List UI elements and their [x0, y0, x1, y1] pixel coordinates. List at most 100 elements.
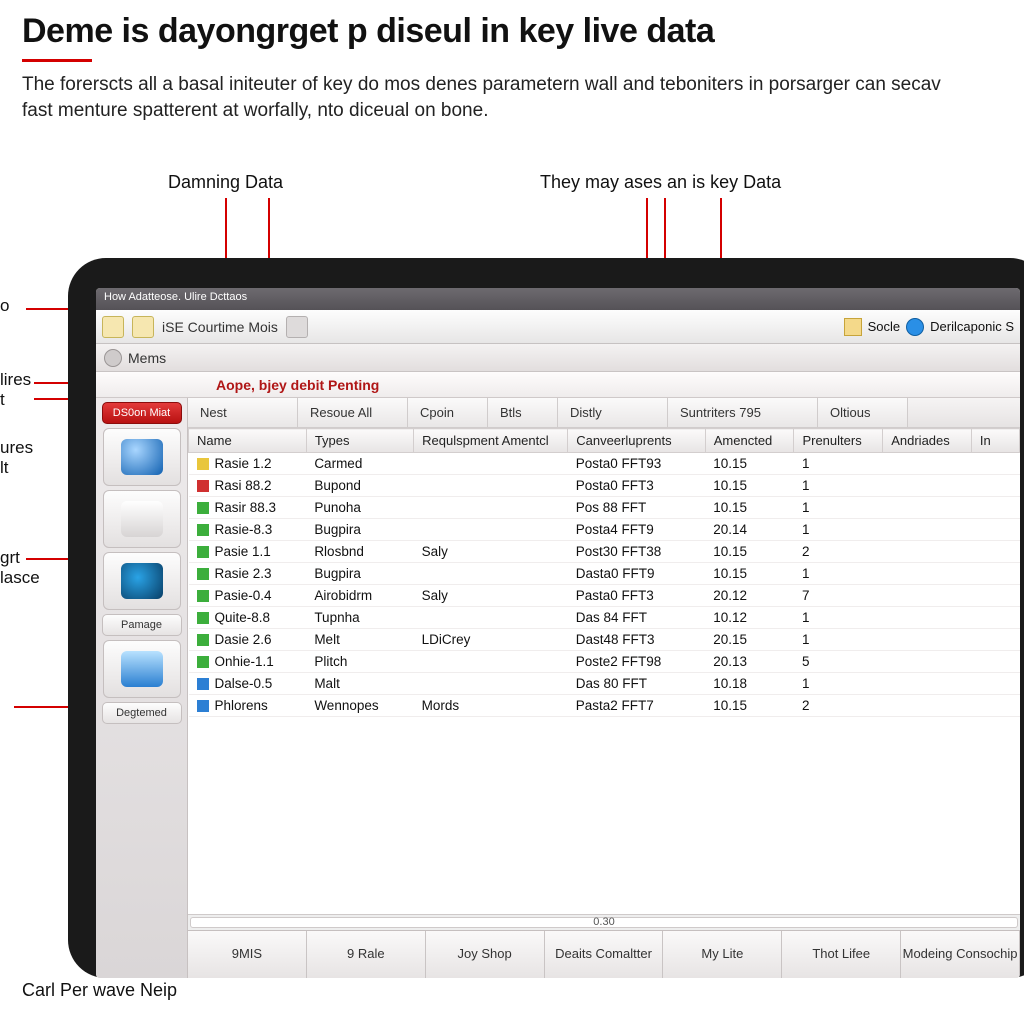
cell: Rasi 88.2 [189, 475, 307, 497]
cell [883, 475, 972, 497]
document-icon[interactable] [286, 316, 308, 338]
menubar-item[interactable]: iSE Courtime Mois [162, 319, 278, 335]
menubar-right-1[interactable]: Socle [868, 319, 901, 334]
filter-distly[interactable]: Distly [558, 398, 668, 427]
callout-key-data: They may ases an is key Data [540, 172, 781, 193]
gear-icon[interactable] [104, 349, 122, 367]
bottom-tab-deaits[interactable]: Deaits Comaltter [545, 931, 664, 978]
filter-resoue-all[interactable]: Resoue All [298, 398, 408, 427]
filter-nest[interactable]: Nest [188, 398, 298, 427]
tabstrip: Mems [96, 344, 1020, 372]
cell [883, 519, 972, 541]
menubar-right-2[interactable]: Derilcaponic S [930, 319, 1014, 334]
sidebar-btn-degtemed[interactable]: Degtemed [102, 702, 182, 724]
filter-btls[interactable]: Btls [488, 398, 558, 427]
folder-icon[interactable] [132, 316, 154, 338]
cell: 1 [794, 629, 883, 651]
cell: Airobidrm [306, 585, 413, 607]
sidebar-btn-link[interactable] [103, 490, 181, 548]
bottom-tab-9mis[interactable]: 9MIS [188, 931, 307, 978]
sidebar-btn-dsoon[interactable]: DS0on Miat [102, 402, 182, 424]
cell [883, 453, 972, 475]
scroll-position: 0.30 [593, 916, 614, 928]
cell: LDiCrey [414, 629, 568, 651]
column-header[interactable]: Prenulters [794, 429, 883, 453]
column-header[interactable]: Amencted [705, 429, 794, 453]
cell [971, 629, 1019, 651]
cell: Dasta0 FFT9 [568, 563, 706, 585]
cell: Dalse-0.5 [189, 673, 307, 695]
table-row[interactable]: Quite-8.8TupnhaDas 84 FFT10.121 [189, 607, 1020, 629]
table-row[interactable]: PhlorensWennopesMordsPasta2 FFT710.152 [189, 695, 1020, 717]
tab-mems[interactable]: Mems [128, 350, 166, 366]
cell: 20.12 [705, 585, 794, 607]
cell [883, 541, 972, 563]
column-header[interactable]: Types [306, 429, 413, 453]
filter-oltious[interactable]: Oltious [818, 398, 908, 427]
cell [414, 607, 568, 629]
data-table-wrap: NameTypesRequlspment AmentclCanveerlupre… [188, 428, 1020, 914]
cell: Malt [306, 673, 413, 695]
cell: Pos 88 FFT [568, 497, 706, 519]
cell [414, 475, 568, 497]
bottom-tab-modeing[interactable]: Modeing Consochip [901, 931, 1020, 978]
horizontal-scrollbar[interactable]: 0.30 [188, 914, 1020, 930]
bottom-tab-9rale[interactable]: 9 Rale [307, 931, 426, 978]
cell: Pasie 1.1 [189, 541, 307, 563]
filter-cpoin[interactable]: Cpoin [408, 398, 488, 427]
table-row[interactable]: Pasie-0.4AirobidrmSalyPasta0 FFT320.127 [189, 585, 1020, 607]
table-row[interactable]: Dasie 2.6MeltLDiCreyDast48 FFT320.151 [189, 629, 1020, 651]
subheader: Aope, bjey debit Penting [96, 372, 1020, 398]
filterbar: Nest Resoue All Cpoin Btls Distly Suntri… [188, 398, 1020, 428]
cell [971, 651, 1019, 673]
cell: Rasir 88.3 [189, 497, 307, 519]
sidebar-btn-swirl[interactable] [103, 552, 181, 610]
edge-label-2b: lt [0, 458, 9, 478]
cell: 1 [794, 607, 883, 629]
cell [883, 497, 972, 519]
sidebar-btn-monitor[interactable] [103, 640, 181, 698]
cell [414, 519, 568, 541]
cell: Tupnha [306, 607, 413, 629]
cell: Post30 FFT38 [568, 541, 706, 563]
table-row[interactable]: Rasi 88.2BupondPosta0 FFT310.151 [189, 475, 1020, 497]
cell: Poste2 FFT98 [568, 651, 706, 673]
table-row[interactable]: Rasir 88.3PunohaPos 88 FFT10.151 [189, 497, 1020, 519]
column-header[interactable]: Name [189, 429, 307, 453]
note-icon[interactable] [844, 318, 862, 336]
cell [883, 673, 972, 695]
tablet-bezel: How Adatteose. Ulire Dcttaos iSE Courtim… [68, 258, 1024, 978]
column-header[interactable]: Canveerluprents [568, 429, 706, 453]
bottom-tab-joyshop[interactable]: Joy Shop [426, 931, 545, 978]
table-row[interactable]: Rasie-8.3BugpiraPosta4 FFT920.141 [189, 519, 1020, 541]
sidebar-btn-globe[interactable] [103, 428, 181, 486]
column-header[interactable]: Requlspment Amentcl [414, 429, 568, 453]
table-row[interactable]: Pasie 1.1RlosbndSalyPost30 FFT3810.152 [189, 541, 1020, 563]
article-title: Deme is dayongrget p diseul in key live … [0, 0, 1024, 55]
title-underline [22, 59, 92, 62]
cell [414, 673, 568, 695]
table-row[interactable]: Dalse-0.5MaltDas 80 FFT10.181 [189, 673, 1020, 695]
bottom-tab-mylite[interactable]: My Lite [663, 931, 782, 978]
cell: Mords [414, 695, 568, 717]
cell [414, 563, 568, 585]
cell [883, 629, 972, 651]
cell: 1 [794, 475, 883, 497]
info-icon[interactable] [906, 318, 924, 336]
window-titlebar: How Adatteose. Ulire Dcttaos [96, 288, 1020, 310]
column-header[interactable]: In [971, 429, 1019, 453]
sidebar-btn-pamage[interactable]: Pamage [102, 614, 182, 636]
cell: Bugpira [306, 519, 413, 541]
table-row[interactable]: Rasie 2.3BugpiraDasta0 FFT910.151 [189, 563, 1020, 585]
bottom-tab-thot[interactable]: Thot Lifee [782, 931, 901, 978]
edge-label-2a: ures [0, 438, 33, 458]
cell: Onhie-1.1 [189, 651, 307, 673]
filter-suntriters[interactable]: Suntriters 795 [668, 398, 818, 427]
table-row[interactable]: Rasie 1.2CarmedPosta0 FFT9310.151 [189, 453, 1020, 475]
cell: Phlorens [189, 695, 307, 717]
column-header[interactable]: Andriades [883, 429, 972, 453]
cell: Pasta0 FFT3 [568, 585, 706, 607]
table-row[interactable]: Onhie-1.1PlitchPoste2 FFT9820.135 [189, 651, 1020, 673]
article-lead: The forerscts all a basal initeuter of k… [0, 72, 980, 141]
app-icon[interactable] [102, 316, 124, 338]
